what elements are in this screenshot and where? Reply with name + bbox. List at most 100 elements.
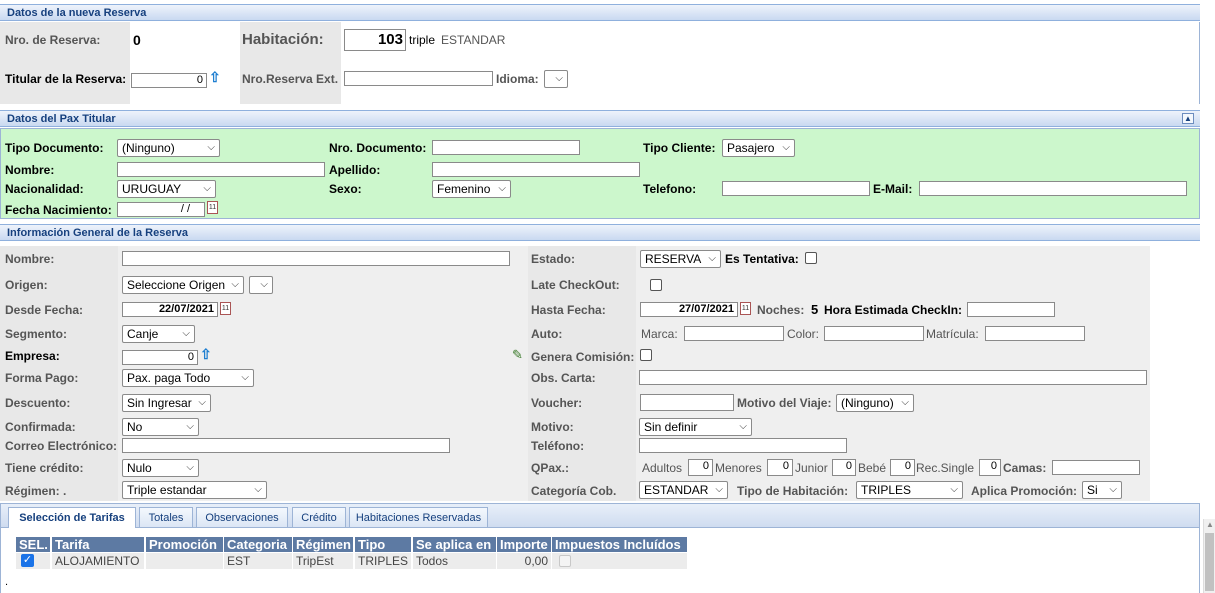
table-cell <box>146 553 223 569</box>
desde-fecha-field[interactable]: 22/07/2021 <box>122 302 218 317</box>
regimen-select[interactable]: Triple estandar ⌵ <box>122 481 267 499</box>
motivo-viaje-select[interactable]: (Ninguno) ⌵ <box>836 394 914 412</box>
descuento-select[interactable]: Sin Ingresar ⌵ <box>122 394 211 412</box>
impuestos-checkbox[interactable] <box>559 555 571 567</box>
categoria-cob-select[interactable]: ESTANDAR ⌵ <box>639 481 728 499</box>
fecha-nacimiento-field[interactable]: / / <box>117 202 205 217</box>
calendar-icon[interactable]: 11 <box>740 302 751 315</box>
email-field[interactable] <box>919 181 1187 196</box>
estado-label: Estado: <box>531 252 576 266</box>
aplica-promocion-select[interactable]: Si ⌵ <box>1082 481 1122 499</box>
tab-habitaciones-reservadas[interactable]: Habitaciones Reservadas <box>349 507 488 527</box>
origen-select[interactable]: Seleccione Origen ⌵ <box>122 276 244 294</box>
general-nombre-field[interactable] <box>122 251 510 266</box>
collapse-icon[interactable]: ▲ <box>1182 113 1194 124</box>
habitacion-number-field[interactable]: 103 <box>344 29 406 51</box>
chevron-down-icon: ⌵ <box>231 279 239 290</box>
noches-value: 5 <box>811 302 819 317</box>
tab-totales[interactable]: Totales <box>139 507 193 527</box>
tab-credito[interactable]: Crédito <box>292 507 346 527</box>
fecha-nacimiento-label: Fecha Nacimiento: <box>5 203 112 217</box>
obs-carta-field[interactable] <box>639 370 1147 385</box>
apellido-label: Apellido: <box>329 163 381 177</box>
scroll-up-icon[interactable]: ▲ <box>1206 520 1214 529</box>
adultos-label: Adultos <box>642 461 683 475</box>
chevron-down-icon: ⌵ <box>950 484 958 495</box>
table-header: Importe <box>497 537 551 552</box>
reserva-panel <box>0 22 1200 104</box>
segmento-select[interactable]: Canje ⌵ <box>122 325 195 343</box>
forma-pago-select[interactable]: Pax. paga Todo ⌵ <box>122 369 254 387</box>
tipo-cliente-select[interactable]: Pasajero ⌵ <box>722 139 795 157</box>
chevron-down-icon: ⌵ <box>186 462 194 473</box>
junior-field[interactable]: 0 <box>832 459 856 476</box>
motivo-select[interactable]: Sin definir ⌵ <box>639 418 752 436</box>
habitacion-type: triple <box>409 33 436 47</box>
nacionalidad-select[interactable]: URUGUAY ⌵ <box>117 180 216 198</box>
general-telefono-field[interactable] <box>639 438 847 453</box>
email-label: E-Mail: <box>873 182 913 196</box>
nro-reserva-ext-field[interactable] <box>344 71 493 86</box>
origen-sub-select[interactable]: ⌵ <box>249 276 273 294</box>
empresa-field[interactable]: 0 <box>122 350 198 365</box>
marca-label: Marca: <box>641 327 678 341</box>
chevron-down-icon: ⌵ <box>254 484 262 495</box>
estado-select[interactable]: RESERVA ⌵ <box>640 250 721 268</box>
pax-telefono-field[interactable] <box>722 181 870 196</box>
chevron-down-icon: ⌵ <box>260 279 268 290</box>
menores-field[interactable]: 0 <box>767 459 793 476</box>
chevron-down-icon: ⌵ <box>207 142 215 153</box>
scrollbar-thumb[interactable] <box>1205 533 1214 591</box>
nro-documento-field[interactable] <box>432 140 580 155</box>
tab-observaciones[interactable]: Observaciones <box>196 507 288 527</box>
forma-pago-label: Forma Pago: <box>5 371 79 385</box>
sel-checkbox[interactable]: ✓ <box>21 554 34 567</box>
genera-comision-label: Genera Comisión: <box>531 350 635 364</box>
section-header-general: Información General de la Reserva <box>0 224 1200 241</box>
camas-field[interactable] <box>1052 460 1140 475</box>
calendar-icon[interactable]: 11 <box>207 201 218 214</box>
pax-nombre-field[interactable] <box>117 162 325 177</box>
matricula-field[interactable] <box>985 326 1085 341</box>
table-header: Categoria <box>224 537 292 552</box>
genera-comision-checkbox[interactable] <box>640 349 652 361</box>
nro-documento-label: Nro. Documento: <box>329 141 427 155</box>
table-cell: TripEst <box>293 553 353 569</box>
table-header: Tipo <box>355 537 411 552</box>
tipo-habitacion-select[interactable]: TRIPLES ⌵ <box>856 481 963 499</box>
edit-icon[interactable]: ✎ <box>512 347 523 363</box>
rec-single-field[interactable]: 0 <box>979 459 1001 476</box>
tipo-documento-select[interactable]: (Ninguno) ⌵ <box>117 139 220 157</box>
table-header: SEL. <box>16 537 50 552</box>
adultos-field[interactable]: 0 <box>688 459 713 476</box>
tiene-credito-select[interactable]: Nulo ⌵ <box>122 459 199 477</box>
tipo-cliente-label: Tipo Cliente: <box>643 141 716 155</box>
calendar-icon[interactable]: 11 <box>220 302 231 315</box>
table-cell: 0,00 <box>497 553 551 569</box>
bebe-field[interactable]: 0 <box>890 459 915 476</box>
es-tentativa-label: Es Tentativa: <box>725 252 799 266</box>
hora-checkin-field[interactable] <box>967 302 1055 317</box>
qpax-label: QPax.: <box>531 461 570 475</box>
marca-field[interactable] <box>684 326 784 341</box>
table-cell: Todos <box>413 553 496 569</box>
apellido-field[interactable] <box>432 162 640 177</box>
table-header: Promoción <box>146 537 223 552</box>
late-checkout-checkbox[interactable] <box>650 279 662 291</box>
titular-field[interactable]: 0 <box>131 73 207 88</box>
arrow-up-icon[interactable]: ⇧ <box>209 69 221 86</box>
correo-field[interactable] <box>122 438 450 453</box>
hasta-fecha-field[interactable]: 27/07/2021 <box>640 302 738 317</box>
idioma-select[interactable]: ⌵ <box>544 70 568 88</box>
sexo-select[interactable]: Femenino ⌵ <box>432 180 511 198</box>
scrollbar[interactable]: ▲ <box>1203 519 1215 593</box>
tab-seleccion-tarifas[interactable]: Selección de Tarifas <box>8 507 136 528</box>
confirmada-select[interactable]: No ⌵ <box>122 418 199 436</box>
chevron-down-icon: ⌵ <box>555 73 563 84</box>
es-tentativa-checkbox[interactable] <box>805 252 817 264</box>
color-field[interactable] <box>824 326 924 341</box>
sexo-label: Sexo: <box>329 182 362 196</box>
voucher-field[interactable] <box>640 394 734 411</box>
arrow-up-icon[interactable]: ⇧ <box>200 346 212 363</box>
empresa-label: Empresa: <box>5 349 60 363</box>
